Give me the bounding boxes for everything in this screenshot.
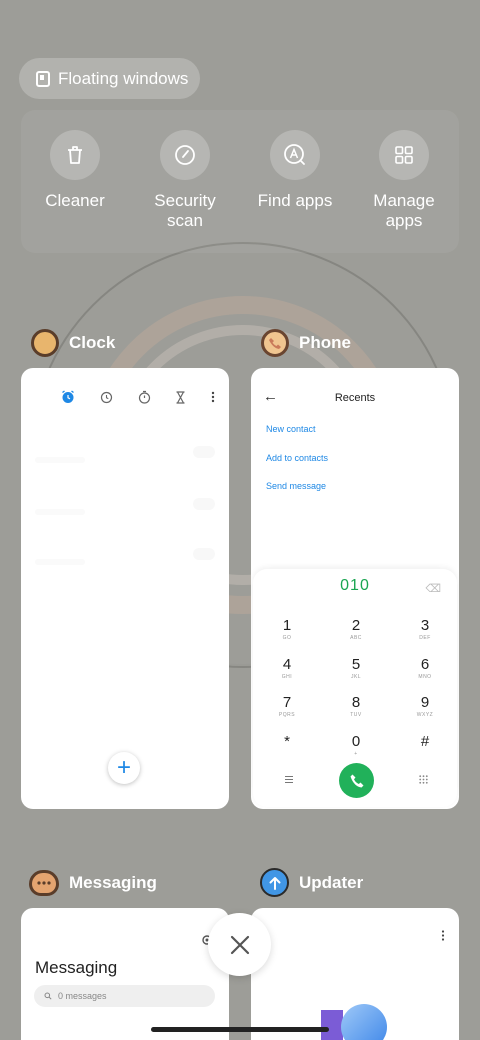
dial-key[interactable]: 5 JKL (331, 656, 381, 680)
alarm-row-placeholder (35, 440, 215, 468)
security-scan-icon (175, 145, 195, 165)
dial-key[interactable]: 3 DEF (400, 617, 450, 641)
dial-key[interactable]: # (400, 733, 450, 751)
floating-windows-button[interactable]: Floating windows (19, 58, 200, 99)
clock-icon[interactable] (100, 391, 113, 404)
find-apps-icon (284, 144, 305, 165)
app-header-updater: Updater (260, 868, 363, 897)
dial-key[interactable]: 9 WXYZ (400, 694, 450, 718)
call-button[interactable] (339, 763, 374, 798)
clear-all-button[interactable] (208, 913, 271, 976)
dialpad: 010 ⌫ 1 GO 2 ABC 3 DEF 4 GHI 5 JKL 6 MNO 7 PQRS… (253, 569, 457, 807)
manage-apps-button[interactable]: Manage apps (354, 130, 454, 231)
clock-app-icon (31, 329, 59, 357)
messaging-app-card[interactable]: Messaging 0 messages (21, 908, 229, 1040)
floating-window-icon (36, 70, 50, 87)
phone-call-icon (350, 774, 363, 787)
dialpad-icon[interactable] (419, 775, 428, 784)
new-contact-link[interactable]: New contact (266, 424, 316, 434)
quick-actions-panel: Cleaner Security scan Find apps Manage a… (21, 110, 459, 253)
messages-search-field[interactable]: 0 messages (34, 985, 215, 1007)
add-to-contacts-link[interactable]: Add to contacts (266, 453, 328, 463)
app-name-clock: Clock (69, 333, 116, 352)
messaging-app-icon (29, 870, 59, 896)
app-header-messaging: Messaging (29, 870, 157, 896)
dial-key[interactable]: 7 PQRS (262, 694, 312, 718)
stopwatch-icon[interactable] (138, 390, 151, 404)
dial-key[interactable]: 1 GO (262, 617, 312, 641)
security-scan-button[interactable]: Security scan (135, 130, 235, 231)
menu-icon[interactable] (284, 775, 294, 784)
find-apps-button[interactable]: Find apps (245, 130, 345, 211)
alarm-icon[interactable] (61, 390, 75, 404)
app-header-phone: Phone (261, 329, 351, 357)
dial-key[interactable]: 0 + (331, 733, 381, 757)
more-icon[interactable] (441, 930, 445, 941)
phone-title: Recents (334, 392, 376, 404)
phone-app-icon (261, 329, 289, 357)
dial-key[interactable]: 4 GHI (262, 656, 312, 680)
app-name-messaging: Messaging (69, 873, 157, 892)
dial-key[interactable]: 2 ABC (331, 617, 381, 641)
clock-app-card[interactable]: + (21, 368, 229, 809)
app-name-updater: Updater (299, 872, 364, 892)
search-icon (44, 992, 52, 1000)
dial-key[interactable]: 8 TUV (331, 694, 381, 718)
miui-logo-graphic (321, 1004, 387, 1040)
timer-icon[interactable] (175, 390, 186, 404)
find-apps-label: Find apps (257, 191, 333, 210)
backspace-icon[interactable]: ⌫ (425, 582, 441, 595)
updater-app-icon (260, 868, 289, 897)
add-alarm-button[interactable]: + (108, 752, 140, 784)
messaging-title: Messaging (35, 958, 118, 977)
more-icon[interactable] (211, 391, 215, 403)
phone-app-card[interactable]: ← Recents New contact Add to contacts Se… (251, 368, 459, 809)
cleaner-label: Cleaner (45, 191, 105, 210)
floating-windows-label: Floating windows (58, 68, 189, 88)
app-header-clock: Clock (31, 329, 115, 357)
dial-key[interactable]: * (262, 733, 312, 751)
cleaner-button[interactable]: Cleaner (25, 130, 125, 211)
app-name-phone: Phone (299, 333, 351, 352)
close-icon (230, 935, 249, 954)
send-message-link[interactable]: Send message (266, 481, 326, 491)
home-indicator[interactable] (151, 1027, 329, 1032)
clock-tab-bar (61, 390, 215, 404)
updater-app-card[interactable] (251, 908, 459, 1040)
search-placeholder: 0 messages (58, 991, 107, 1001)
alarm-row-placeholder (35, 542, 215, 570)
grid-icon (395, 146, 413, 164)
dial-key[interactable]: 6 MNO (400, 656, 450, 680)
security-scan-label: Security scan (154, 191, 216, 230)
trash-icon (68, 146, 82, 164)
alarm-row-placeholder (35, 492, 215, 520)
manage-apps-label: Manage apps (373, 191, 435, 230)
